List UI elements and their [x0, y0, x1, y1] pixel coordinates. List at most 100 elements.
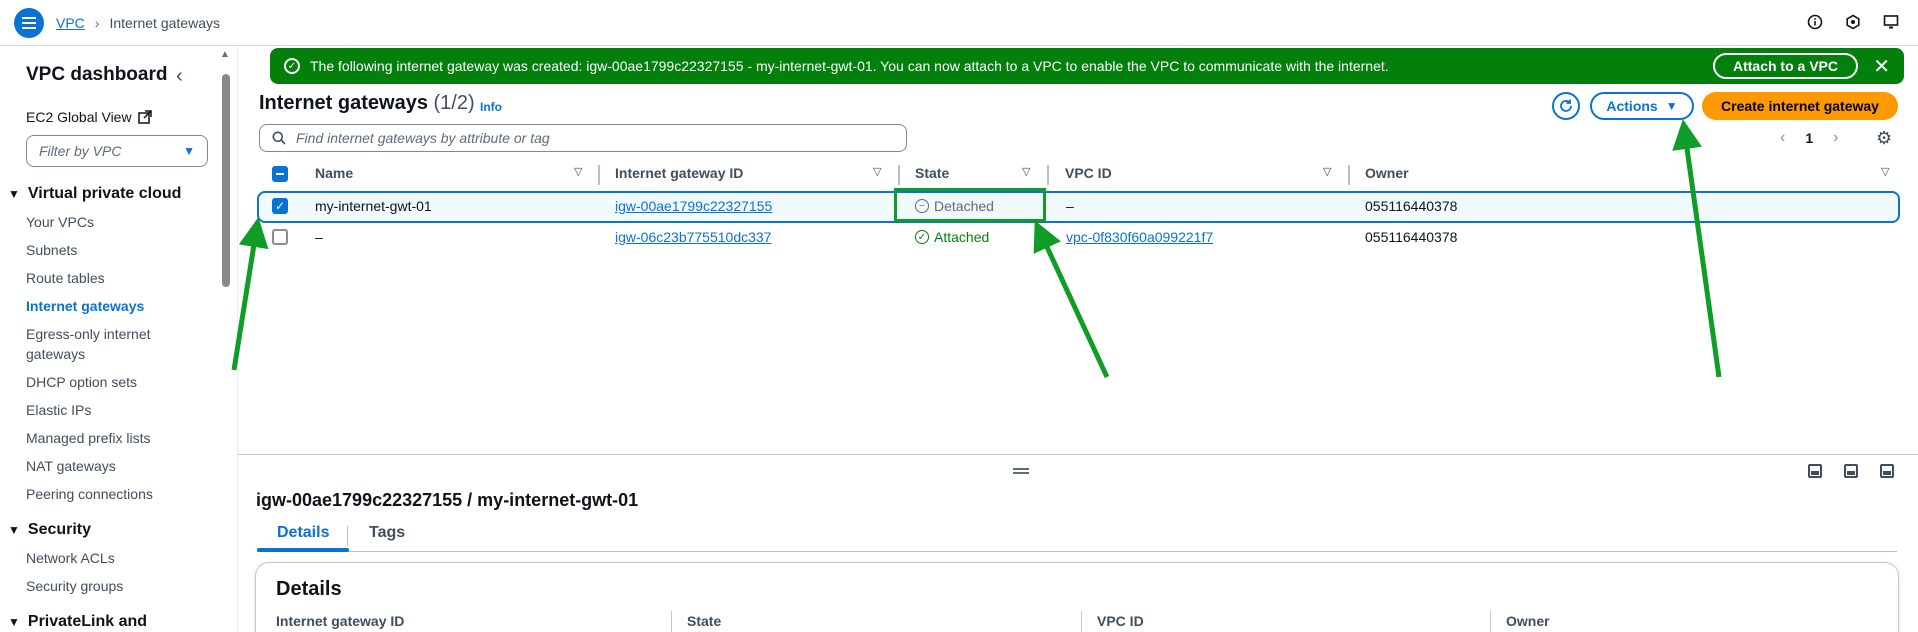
info-link[interactable]: Info [480, 100, 502, 114]
field-label-owner: Owner [1506, 613, 1550, 629]
refresh-icon [1560, 99, 1572, 112]
sidebar-item-peering[interactable]: Peering connections [26, 484, 153, 504]
details-card: Details Internet gateway ID State VPC ID… [255, 562, 1899, 632]
close-icon[interactable]: ✕ [1873, 54, 1890, 79]
table-header: Name ▽ Internet gateway ID ▽ State ▽ VPC… [259, 165, 1899, 185]
success-banner: ✓ The following internet gateway was cre… [270, 48, 1904, 84]
sidebar-item-your-vpcs[interactable]: Your VPCs [26, 212, 94, 232]
vpc-filter-placeholder: Filter by VPC [39, 143, 122, 159]
page-title: Internet gateways (1/2) [259, 92, 475, 115]
field-label-gateway-id: Internet gateway ID [276, 613, 405, 629]
create-internet-gateway-button[interactable]: Create internet gateway [1702, 92, 1898, 120]
row-owner: 055116440378 [1365, 229, 1458, 245]
sort-icon[interactable]: ▽ [574, 165, 582, 178]
annotation-highlight-box [894, 188, 1046, 222]
field-divider [1081, 611, 1082, 632]
sidebar-item-elastic-ips[interactable]: Elastic IPs [26, 400, 91, 420]
row-checkbox[interactable] [272, 229, 288, 245]
sidebar-item-internet-gateways[interactable]: Internet gateways [26, 296, 144, 316]
page-number[interactable]: 1 [1805, 130, 1813, 146]
caret-down-icon: ▼ [183, 144, 195, 158]
sidebar-item-subnets[interactable]: Subnets [26, 240, 77, 260]
select-all-checkbox[interactable] [272, 166, 288, 182]
section-security[interactable]: ▼ Security [8, 521, 91, 539]
caret-down-icon: ▼ [8, 615, 20, 629]
column-divider[interactable] [898, 165, 900, 185]
refresh-button[interactable] [1552, 92, 1580, 120]
hexagon-icon[interactable] [1844, 13, 1862, 31]
tab-details[interactable]: Details [277, 524, 329, 542]
row-name: – [315, 229, 323, 245]
section-label: Virtual private cloud [27, 185, 182, 202]
sidebar-item-network-acls[interactable]: Network ACLs [26, 548, 115, 568]
chevron-right-icon[interactable]: › [1833, 129, 1838, 147]
section-virtual-private-cloud[interactable]: ▼ Virtual private cloud [8, 185, 181, 203]
scroll-up-icon[interactable]: ▲ [220, 49, 230, 60]
column-divider[interactable] [1348, 165, 1350, 185]
selection-count: (1/2) [433, 92, 475, 114]
panel-side-icon[interactable] [1844, 464, 1858, 478]
row-name: my-internet-gwt-01 [315, 198, 432, 214]
row-vpc-id-link[interactable]: vpc-0f830f60a099221f7 [1066, 229, 1213, 245]
sidebar-item-prefix-lists[interactable]: Managed prefix lists [26, 428, 151, 448]
column-header-owner[interactable]: Owner [1365, 165, 1409, 181]
row-gateway-id-link[interactable]: igw-00ae1799c22327155 [615, 198, 772, 214]
pagination: ‹ 1 › [1780, 129, 1838, 147]
sidebar-item-egress-only-cont[interactable]: gateways [26, 344, 85, 364]
sidebar-item-egress-only[interactable]: Egress-only internet [26, 324, 151, 344]
scrollbar-thumb[interactable] [222, 74, 230, 287]
sidebar-scrollbar[interactable]: ▲ [220, 47, 232, 632]
caret-down-icon: ▼ [8, 523, 20, 537]
sort-icon[interactable]: ▽ [1022, 165, 1030, 178]
menu-icon[interactable] [14, 7, 44, 38]
sidebar-title: VPC dashboard [26, 64, 168, 85]
state-label: Attached [934, 229, 990, 245]
field-divider [671, 611, 672, 632]
row-gateway-id-link[interactable]: igw-06c23b775510dc337 [615, 229, 771, 245]
info-icon[interactable] [1806, 13, 1824, 31]
check-circle-icon: ✓ [915, 230, 929, 244]
details-tabs: Details Tags [257, 522, 1897, 552]
top-navigation-bar: VPC › Internet gateways [0, 0, 1918, 46]
search-input[interactable]: Find internet gateways by attribute or t… [259, 124, 907, 152]
search-icon [272, 131, 286, 145]
sort-icon[interactable]: ▽ [1323, 165, 1331, 178]
sidebar-item-route-tables[interactable]: Route tables [26, 268, 105, 288]
chevron-left-icon[interactable]: ‹ [176, 65, 183, 88]
tab-tags[interactable]: Tags [369, 524, 405, 542]
sidebar-item-ec2-global-view[interactable]: EC2 Global View [26, 109, 152, 125]
resize-handle[interactable] [1013, 468, 1029, 474]
row-vpc-id: – [1066, 198, 1074, 214]
row-checkbox[interactable]: ✓ [272, 198, 288, 214]
attach-to-vpc-button[interactable]: Attach to a VPC [1712, 53, 1858, 79]
table-row[interactable] [257, 191, 1900, 223]
chevron-left-icon[interactable]: ‹ [1780, 129, 1785, 147]
column-divider[interactable] [1047, 165, 1049, 185]
sidebar-item-security-groups[interactable]: Security groups [26, 576, 123, 596]
arrow-to-state [1033, 220, 1110, 379]
column-header-gateway-id[interactable]: Internet gateway ID [615, 165, 743, 181]
gear-icon[interactable]: ⚙ [1876, 128, 1892, 149]
breadcrumb-vpc[interactable]: VPC [56, 15, 85, 31]
actions-label: Actions [1606, 98, 1658, 114]
sidebar-item-dhcp[interactable]: DHCP option sets [26, 372, 137, 392]
column-header-vpc-id[interactable]: VPC ID [1065, 165, 1112, 181]
split-panel-divider [238, 454, 1918, 455]
monitor-icon[interactable] [1882, 13, 1900, 31]
column-header-name[interactable]: Name [315, 165, 353, 181]
column-divider[interactable] [598, 165, 600, 185]
section-privatelink[interactable]: ▼ PrivateLink and [8, 613, 147, 631]
actions-button[interactable]: Actions ▼ [1590, 92, 1694, 120]
external-link-icon [137, 110, 152, 124]
vpc-filter-select[interactable]: Filter by VPC ▼ [26, 135, 208, 167]
column-header-state[interactable]: State [915, 165, 949, 181]
search-placeholder: Find internet gateways by attribute or t… [296, 130, 550, 146]
sort-icon[interactable]: ▽ [1881, 165, 1889, 178]
sort-icon[interactable]: ▽ [873, 165, 881, 178]
panel-full-icon[interactable] [1880, 464, 1894, 478]
sidebar-item-nat-gateways[interactable]: NAT gateways [26, 456, 116, 476]
check-circle-icon: ✓ [284, 58, 300, 74]
section-label: PrivateLink and [27, 613, 148, 630]
panel-bottom-icon[interactable] [1808, 464, 1822, 478]
row-state: ✓ Attached [915, 229, 989, 245]
